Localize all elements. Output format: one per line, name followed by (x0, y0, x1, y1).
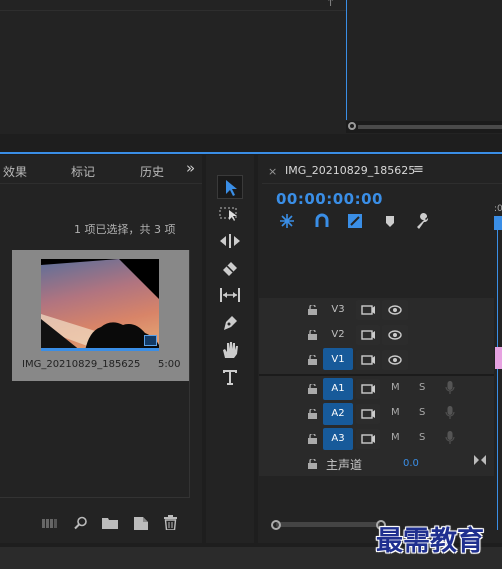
film-icon (361, 384, 375, 394)
lock-icon[interactable] (308, 409, 317, 419)
film-icon (361, 305, 375, 315)
list-view-icon[interactable] (42, 518, 58, 529)
wrench-icon[interactable] (415, 213, 431, 229)
top-scrollbar-track (358, 125, 502, 129)
sync-lock-v1[interactable] (356, 350, 380, 370)
go-to-out-icon[interactable] (474, 455, 486, 465)
film-icon (361, 330, 375, 340)
tabs-divider (0, 183, 202, 184)
type-tool[interactable] (220, 367, 240, 387)
linked-selection-icon[interactable] (314, 213, 330, 229)
top-scrollbar-handle[interactable] (348, 122, 356, 130)
clip-progress-bar (41, 348, 159, 351)
search-icon[interactable] (74, 516, 88, 530)
selection-tool[interactable] (217, 175, 243, 199)
timeline-playhead[interactable] (494, 216, 502, 230)
pen-tool[interactable] (220, 313, 240, 333)
selection-status: 1 项已选择，共 3 项 (74, 223, 176, 236)
master-track-label: 主声道 (326, 458, 363, 472)
hand-tool[interactable] (220, 340, 240, 360)
timeline-tab-underline (262, 183, 502, 184)
clip-duration: 5:00 (158, 359, 181, 370)
microphone-icon[interactable] (445, 406, 455, 420)
mute-button-a3[interactable]: M (391, 432, 400, 443)
lock-icon[interactable] (308, 459, 317, 469)
v1-clip-on-timeline[interactable] (495, 347, 502, 369)
panel-separator (0, 152, 502, 154)
sync-lock-v2[interactable] (356, 325, 380, 345)
film-icon (361, 434, 375, 444)
top-scrollbar[interactable] (346, 121, 502, 133)
lock-icon[interactable] (308, 355, 317, 365)
ripple-edit-tool[interactable] (219, 232, 241, 250)
razor-tool[interactable] (220, 259, 240, 277)
top-monitor-panel (0, 0, 502, 134)
track-name-v1[interactable]: V1 (324, 350, 352, 370)
tabs-overflow-button[interactable]: » (186, 159, 195, 177)
timecode-display[interactable]: 00:00:00:00 (276, 190, 383, 208)
marker-icon[interactable] (384, 215, 396, 228)
lock-icon[interactable] (308, 434, 317, 444)
timeline-scroll-handle-left[interactable] (271, 520, 281, 530)
mute-button-a1[interactable]: M (391, 382, 400, 393)
clip-type-icon (144, 335, 157, 346)
watermark: 最需教育 (376, 526, 484, 557)
folder-icon[interactable] (102, 517, 118, 529)
clip-card[interactable]: IMG_20210829_185625 5:00 (12, 250, 189, 381)
microphone-icon[interactable] (445, 381, 455, 395)
eye-icon (388, 355, 402, 365)
clip-thumbnail[interactable] (41, 259, 159, 351)
film-icon (361, 355, 375, 365)
timeline-title[interactable]: IMG_20210829_185625 (285, 164, 415, 177)
sync-lock-a1[interactable] (356, 379, 380, 399)
toggle-output-v1[interactable] (382, 350, 408, 370)
track-name-a2[interactable]: A2 (324, 404, 352, 424)
eye-icon (388, 305, 402, 315)
tab-history[interactable]: 历史 (140, 163, 164, 180)
tab-effects[interactable]: 效果 (3, 163, 27, 180)
add-marker-sequence-icon[interactable] (347, 213, 363, 229)
timeline-close-button[interactable]: × (268, 165, 277, 178)
snap-icon[interactable] (279, 213, 295, 229)
toggle-output-v3[interactable] (382, 300, 408, 320)
microphone-icon[interactable] (445, 431, 455, 445)
playhead-line (346, 0, 347, 120)
toggle-output-v2[interactable] (382, 325, 408, 345)
track-name-v2[interactable]: V2 (324, 325, 352, 345)
clip-thumbnail-image (41, 259, 159, 351)
scroll-marker: ↑ (326, 0, 336, 9)
track-select-tool[interactable] (219, 205, 241, 223)
sync-lock-a2[interactable] (356, 404, 380, 424)
slip-tool[interactable] (219, 286, 241, 304)
sync-lock-v3[interactable] (356, 300, 380, 320)
av-divider (259, 374, 494, 376)
track-name-v3[interactable]: V3 (324, 300, 352, 320)
film-icon (361, 409, 375, 419)
solo-button-a3[interactable]: S (419, 432, 425, 443)
new-item-icon[interactable] (134, 515, 148, 530)
clip-name: IMG_20210829_185625 (22, 359, 141, 370)
ruler-start-label: :0 (494, 204, 502, 214)
solo-button-a1[interactable]: S (419, 382, 425, 393)
timeline-scrollbar-track (276, 522, 380, 527)
master-volume-value[interactable]: 0.0 (403, 458, 419, 469)
lock-icon[interactable] (308, 384, 317, 394)
sync-lock-a3[interactable] (356, 429, 380, 449)
lock-icon[interactable] (308, 330, 317, 340)
tab-history-wrap: 历史 (140, 160, 166, 182)
lock-icon[interactable] (308, 305, 317, 315)
track-name-a3[interactable]: A3 (324, 429, 352, 449)
solo-button-a2[interactable]: S (419, 407, 425, 418)
tab-markers[interactable]: 标记 (71, 163, 95, 180)
mute-button-a2[interactable]: M (391, 407, 400, 418)
timeline-menu-button[interactable]: ≡ (413, 162, 424, 177)
timeline-playhead-line (497, 230, 498, 530)
track-name-a1[interactable]: A1 (324, 379, 352, 399)
top-monitor-divider (0, 10, 346, 11)
eye-icon (388, 330, 402, 340)
selection-arrow-icon (226, 180, 237, 196)
trash-icon[interactable] (164, 515, 177, 530)
